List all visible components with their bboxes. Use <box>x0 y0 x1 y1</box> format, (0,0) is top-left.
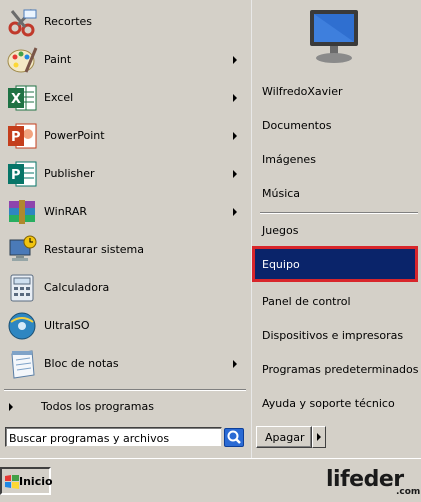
places-pane: WilfredoXavier Documentos Imágenes Músic… <box>251 0 421 458</box>
computer-monitor-icon <box>310 10 358 63</box>
place-label: Documentos <box>262 119 332 132</box>
svg-text:P: P <box>11 130 21 145</box>
start-label: Inicio <box>19 475 53 488</box>
place-wilfredoxavier[interactable]: WilfredoXavier <box>252 76 418 108</box>
separator <box>4 389 246 391</box>
program-label: Recortes <box>44 15 93 28</box>
search-icon <box>227 430 241 444</box>
place-label: Música <box>262 187 301 200</box>
submenu-arrow-icon <box>233 94 237 102</box>
place-musica[interactable]: Música <box>252 178 418 210</box>
winrar-icon <box>9 200 35 224</box>
svg-text:X: X <box>11 92 21 107</box>
windows-logo-icon <box>5 475 19 489</box>
program-item-recortes[interactable]: Recortes <box>0 3 248 41</box>
program-label: Calculadora <box>44 281 110 294</box>
program-item-calculadora[interactable]: Calculadora <box>0 269 248 307</box>
program-item-powerpoint[interactable]: P PowerPoint <box>0 117 248 155</box>
program-item-ultraiso[interactable]: UltraISO <box>0 307 248 345</box>
system-restore-icon <box>9 235 37 261</box>
programs-pane: Recortes Paint X Excel P PowerPoint P Pu… <box>0 0 251 458</box>
place-equipo[interactable]: Equipo <box>252 246 418 282</box>
place-label: WilfredoXavier <box>262 85 343 98</box>
submenu-arrow-icon <box>233 170 237 178</box>
submenu-arrow-icon <box>233 208 237 216</box>
place-dispositivos-e-impresoras[interactable]: Dispositivos e impresoras <box>252 320 418 352</box>
submenu-arrow-icon <box>233 132 237 140</box>
lifeder-watermark: lifeder .com <box>326 467 421 499</box>
place-label: Programas predeterminados <box>262 363 419 376</box>
program-label: Paint <box>44 53 72 66</box>
program-label: Bloc de notas <box>44 357 119 370</box>
place-label: Imágenes <box>262 153 316 166</box>
shutdown-options-button[interactable] <box>312 426 326 448</box>
program-label: PowerPoint <box>44 129 105 142</box>
place-label: Juegos <box>262 224 299 237</box>
program-label: Publisher <box>44 167 95 180</box>
place-juegos[interactable]: Juegos <box>252 215 418 247</box>
arrow-right-icon <box>9 403 13 411</box>
watermark-brand: lifeder <box>326 467 404 492</box>
place-panel-de-control[interactable]: Panel de control <box>252 286 418 318</box>
publisher-icon: P <box>8 161 37 187</box>
start-menu: Recortes Paint X Excel P PowerPoint P Pu… <box>0 0 421 458</box>
place-label: Dispositivos e impresoras <box>262 329 404 342</box>
program-label: UltraISO <box>44 319 90 332</box>
submenu-arrow-icon <box>233 360 237 368</box>
program-item-restaurar-sistema[interactable]: Restaurar sistema <box>0 231 248 269</box>
all-programs-button[interactable]: Todos los programas <box>0 392 248 420</box>
powerpoint-icon: P <box>8 123 37 149</box>
calculator-icon <box>10 274 34 302</box>
program-item-winrar[interactable]: WinRAR <box>0 193 248 231</box>
submenu-arrow-icon <box>233 56 237 64</box>
program-item-excel[interactable]: X Excel <box>0 79 248 117</box>
scissors-icon <box>8 8 37 37</box>
taskbar: Inicio lifeder .com <box>0 458 421 502</box>
arrow-right-icon <box>317 433 321 441</box>
program-item-publisher[interactable]: P Publisher <box>0 155 248 193</box>
watermark-suffix: .com <box>396 487 421 497</box>
place-label: Equipo <box>262 258 300 271</box>
program-item-paint[interactable]: Paint <box>0 41 248 79</box>
ultraiso-icon <box>8 312 36 340</box>
paint-palette-icon <box>7 47 38 73</box>
place-programas-predeterminados[interactable]: Programas predeterminados <box>252 354 419 386</box>
place-documentos[interactable]: Documentos <box>252 110 418 142</box>
start-button[interactable]: Inicio <box>0 467 53 495</box>
excel-icon: X <box>8 85 37 111</box>
program-label: WinRAR <box>44 205 88 218</box>
place-ayuda-y-soporte[interactable]: Ayuda y soporte técnico <box>252 388 418 420</box>
place-imagenes[interactable]: Imágenes <box>252 144 418 176</box>
shutdown-button[interactable]: Apagar <box>256 426 312 448</box>
search-input[interactable] <box>5 427 222 447</box>
search-button[interactable] <box>224 428 244 447</box>
all-programs-label: Todos los programas <box>41 400 154 413</box>
place-label: Ayuda y soporte técnico <box>262 397 395 410</box>
program-label: Restaurar sistema <box>44 243 145 256</box>
notepad-icon <box>11 350 35 379</box>
program-item-bloc-de-notas[interactable]: Bloc de notas <box>0 345 248 383</box>
separator <box>260 212 418 214</box>
program-label: Excel <box>44 91 74 104</box>
svg-text:P: P <box>11 168 21 183</box>
shutdown-label: Apagar <box>265 431 305 444</box>
place-label: Panel de control <box>262 295 351 308</box>
